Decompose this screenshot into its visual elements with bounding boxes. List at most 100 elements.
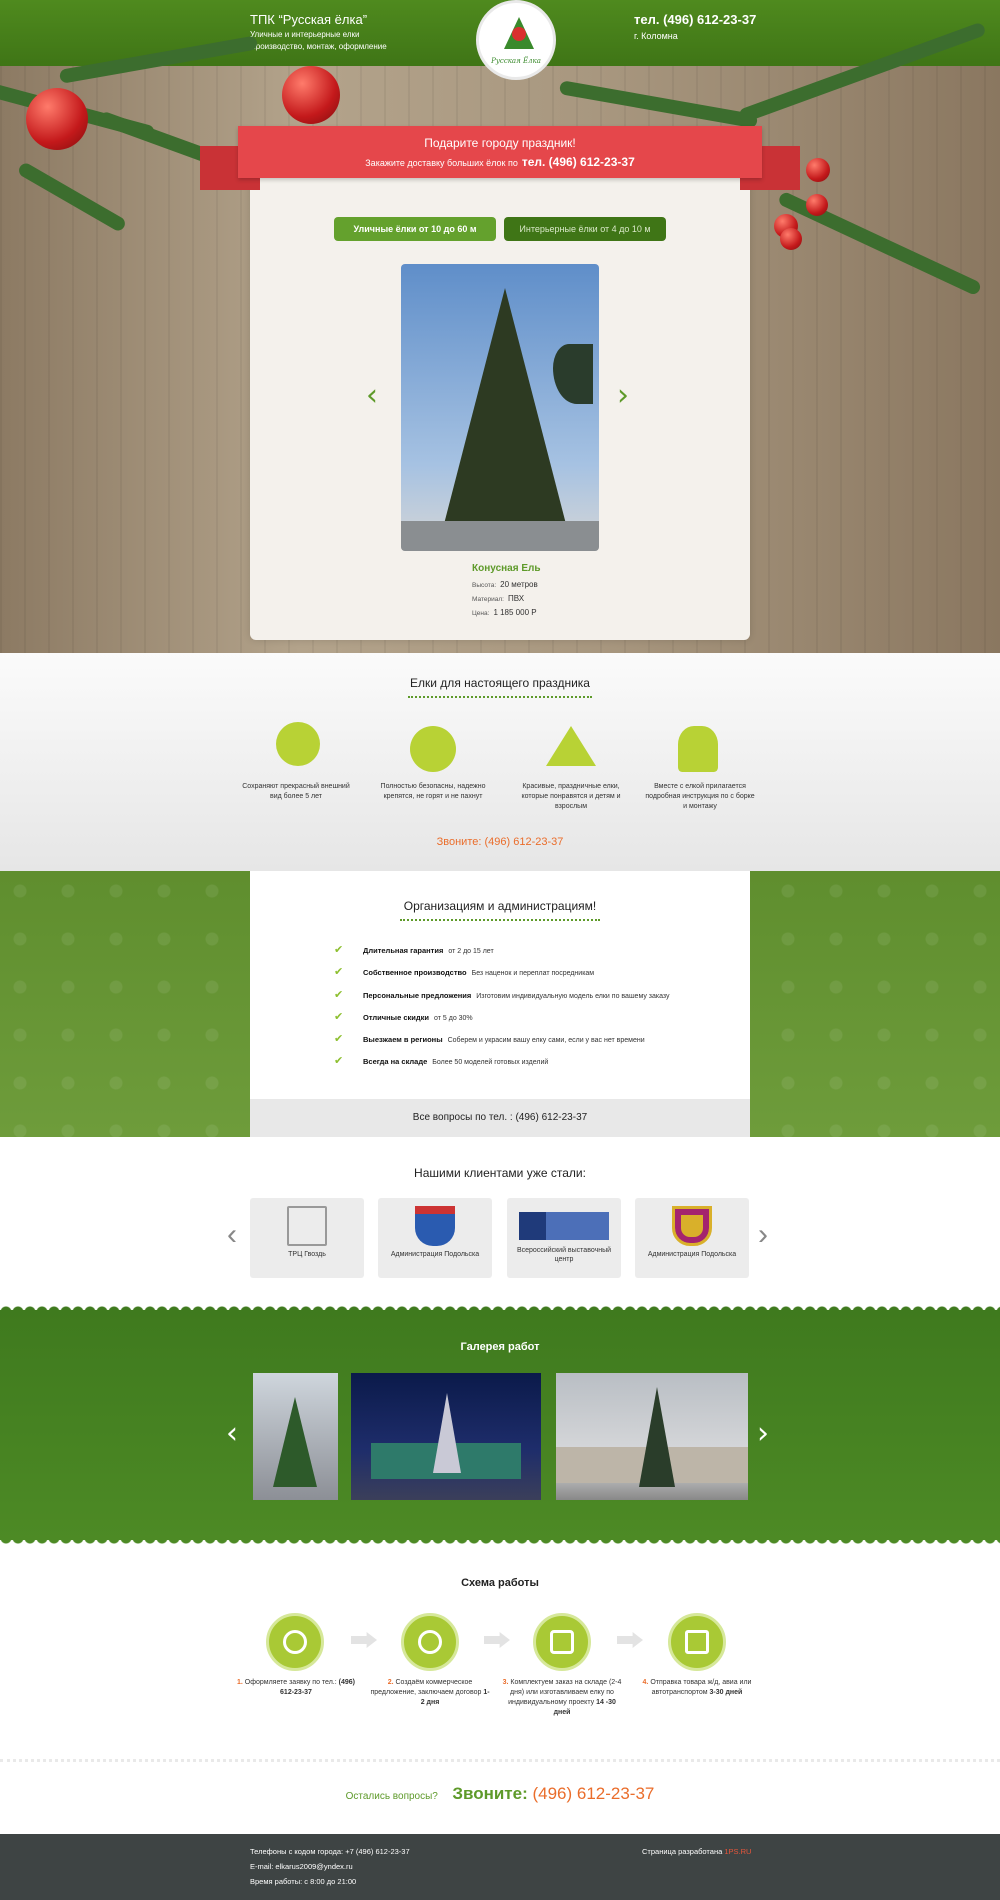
orgs-title: Организациям и администрациям! (403, 899, 597, 913)
medal-tree-icon (410, 726, 456, 772)
ribbon-text: Закажите доставку больших ёлок по тел. (4… (238, 155, 762, 169)
company-name: ТПК “Русская ёлка” (250, 12, 368, 27)
advantage-5-title: Выезжаем в регионы (363, 1035, 443, 1044)
client-name-4: Администрация Подольска (647, 1251, 737, 1258)
tab-street-trees[interactable]: Уличные ёлки от 10 до 60 м (334, 217, 496, 241)
footer: Телефоны с кодом города: +7 (496) 612-23… (0, 1834, 1000, 1900)
brand: ТПК “Русская ёлка” Уличные и интерьерные… (250, 12, 387, 53)
ornament-ball-icon (806, 194, 828, 216)
feature-text-4: Вместе с елкой прилагается подробная инс… (645, 783, 755, 810)
client-card-4[interactable]: Администрация Подольска (635, 1198, 749, 1278)
features-title: Елки для настоящего праздника (410, 676, 590, 690)
gallery-prev-icon[interactable]: ‹ (226, 1416, 238, 1451)
thumbs-up-clock-icon (276, 722, 320, 766)
step-1-text: 1. Оформляете заявку по тел.: (496) 612-… (235, 1678, 357, 1698)
footer-phones: Телефоны с кодом города: +7 (496) 612-23… (250, 1847, 410, 1856)
check-icon: ✔ (334, 944, 344, 956)
ornament-ball-icon (26, 88, 88, 150)
check-icon: ✔ (334, 1011, 344, 1023)
product-photo (401, 264, 599, 551)
worker-icon (678, 726, 718, 772)
promo-ribbon: Подарите городу праздник! Закажите доста… (238, 126, 762, 178)
advantage-3-title: Персональные предложения (363, 991, 472, 1000)
slider-next-icon[interactable]: › (617, 378, 629, 413)
podolsk-crest-icon (415, 1206, 455, 1246)
client-card-3[interactable]: Всероссийский выставочный центр (507, 1198, 621, 1278)
step-3-number: 3. (502, 1679, 509, 1686)
footer-email[interactable]: E-mail: elkarus2009@yndex.ru (250, 1862, 353, 1871)
ribbon-phone[interactable]: тел. (496) 612-23-37 (522, 155, 635, 169)
height-label: Высота: (472, 582, 497, 589)
ornament-ball-icon (806, 158, 830, 182)
advantage-6-text: Более 50 моделей готовых изделий (432, 1059, 549, 1066)
mall-tree-image (273, 1397, 317, 1487)
section-divider (0, 1756, 1000, 1762)
step-1-number: 1. (237, 1679, 243, 1686)
advantage-2: Собственное производство Без наценок и пе… (363, 968, 594, 977)
ribbon-text-label: Закажите доставку больших ёлок по (365, 158, 518, 168)
advantage-2-text: Без наценок и переплат посредникам (471, 970, 595, 977)
step-1-circle (266, 1613, 324, 1671)
features-title-underline (408, 694, 592, 698)
product-price: Цена: 1 185 000 Р (472, 608, 537, 617)
advantage-4: Отличные скидки от 5 до 30% (363, 1013, 473, 1022)
height-value: 20 метров (500, 580, 538, 589)
ornament-ball-icon (282, 66, 340, 124)
slider-prev-icon[interactable]: ‹ (366, 378, 378, 413)
feature-text-2: Полностью безопасны, надежно крепятся, н… (380, 783, 486, 800)
features-call: Звоните: (496) 612-23-37 (0, 836, 1000, 848)
step-arrow-icon (484, 1632, 510, 1648)
check-icon: ✔ (334, 1055, 344, 1067)
crest-bird-icon (672, 1206, 712, 1246)
phone-icon (283, 1630, 307, 1654)
gallery-image-2[interactable] (351, 1373, 541, 1500)
advantage-1: Длительная гарантия от 2 до 15 лет (363, 946, 494, 955)
logo-ornament-icon (512, 27, 526, 41)
advantage-6-title: Всегда на складе (363, 1057, 428, 1066)
feature-text-3: Красивые, праздничные елки, которые понр… (521, 783, 621, 810)
tree-cone-image (443, 288, 567, 528)
footer-dev-link[interactable]: 1PS.RU (724, 1847, 751, 1856)
orgs-contact-bar[interactable]: Все вопросы по тел. : (496) 612-23-37 (250, 1099, 750, 1137)
step-4-text: 4. Отправка товара ж/д, авиа или автотра… (636, 1678, 758, 1698)
question-phone[interactable]: (496) 612-23-37 (532, 1784, 654, 1803)
handshake-icon (418, 1630, 442, 1654)
advantage-3: Персональные предложения Изготовим индиви… (363, 991, 670, 1000)
advantage-1-text: от 2 до 15 лет (448, 948, 494, 955)
features-call-phone[interactable]: (496) 612-23-37 (484, 836, 563, 848)
ornament-ball-icon (780, 228, 802, 250)
client-name-1: ТРЦ Гвоздь (288, 1251, 326, 1258)
tab-interior-trees[interactable]: Интерьерные ёлки от 4 до 10 м (504, 217, 666, 241)
gallery-title: Галерея работ (460, 1341, 540, 1353)
logo[interactable]: Русская Ёлка (476, 0, 556, 80)
clients-prev-icon[interactable]: ‹ (227, 1218, 237, 1252)
box-icon (550, 1630, 574, 1654)
features-call-label: Звоните: (436, 836, 485, 848)
header-phone[interactable]: тел. (496) 612-23-37 (634, 12, 756, 27)
step-2-number: 2. (387, 1679, 394, 1686)
check-icon: ✔ (334, 966, 344, 978)
square-tree-image (639, 1387, 675, 1487)
gallery-image-1[interactable] (253, 1373, 338, 1500)
gallery-next-icon[interactable]: › (757, 1416, 769, 1451)
step-4-number: 4. (642, 1679, 649, 1686)
gvozd-logo-icon (287, 1206, 327, 1246)
question-call: Остались вопросы? Звоните: (496) 612-23-… (0, 1784, 1000, 1804)
step-2-circle (401, 1613, 459, 1671)
client-card-2[interactable]: Администрация Подольска (378, 1198, 492, 1278)
advantage-5-text: Соберем и украсим вашу елку сами, если у… (447, 1037, 645, 1044)
truck-icon (685, 1630, 709, 1654)
advantage-4-text: от 5 до 30% (434, 1015, 473, 1022)
advantage-6: Всегда на складе Более 50 моделей готовых… (363, 1057, 548, 1066)
advantage-3-text: Изготовим индивидуальную модель елки по … (476, 993, 670, 1000)
clients-next-icon[interactable]: › (758, 1218, 768, 1252)
step-1-desc: Оформляете заявку по тел.: (244, 1679, 337, 1686)
night-tree-image (433, 1393, 461, 1473)
clients-title: Нашими клиентами уже стали: (414, 1166, 586, 1180)
check-icon: ✔ (334, 1033, 344, 1045)
gallery-image-3[interactable] (556, 1373, 748, 1500)
client-name-3: Всероссийский выставочный центр (516, 1247, 612, 1263)
footer-hours: Время работы: с 8:00 до 21:00 (250, 1877, 357, 1886)
client-card-1[interactable]: ТРЦ Гвоздь (250, 1198, 364, 1278)
scheme-title: Схема работы (461, 1577, 539, 1589)
